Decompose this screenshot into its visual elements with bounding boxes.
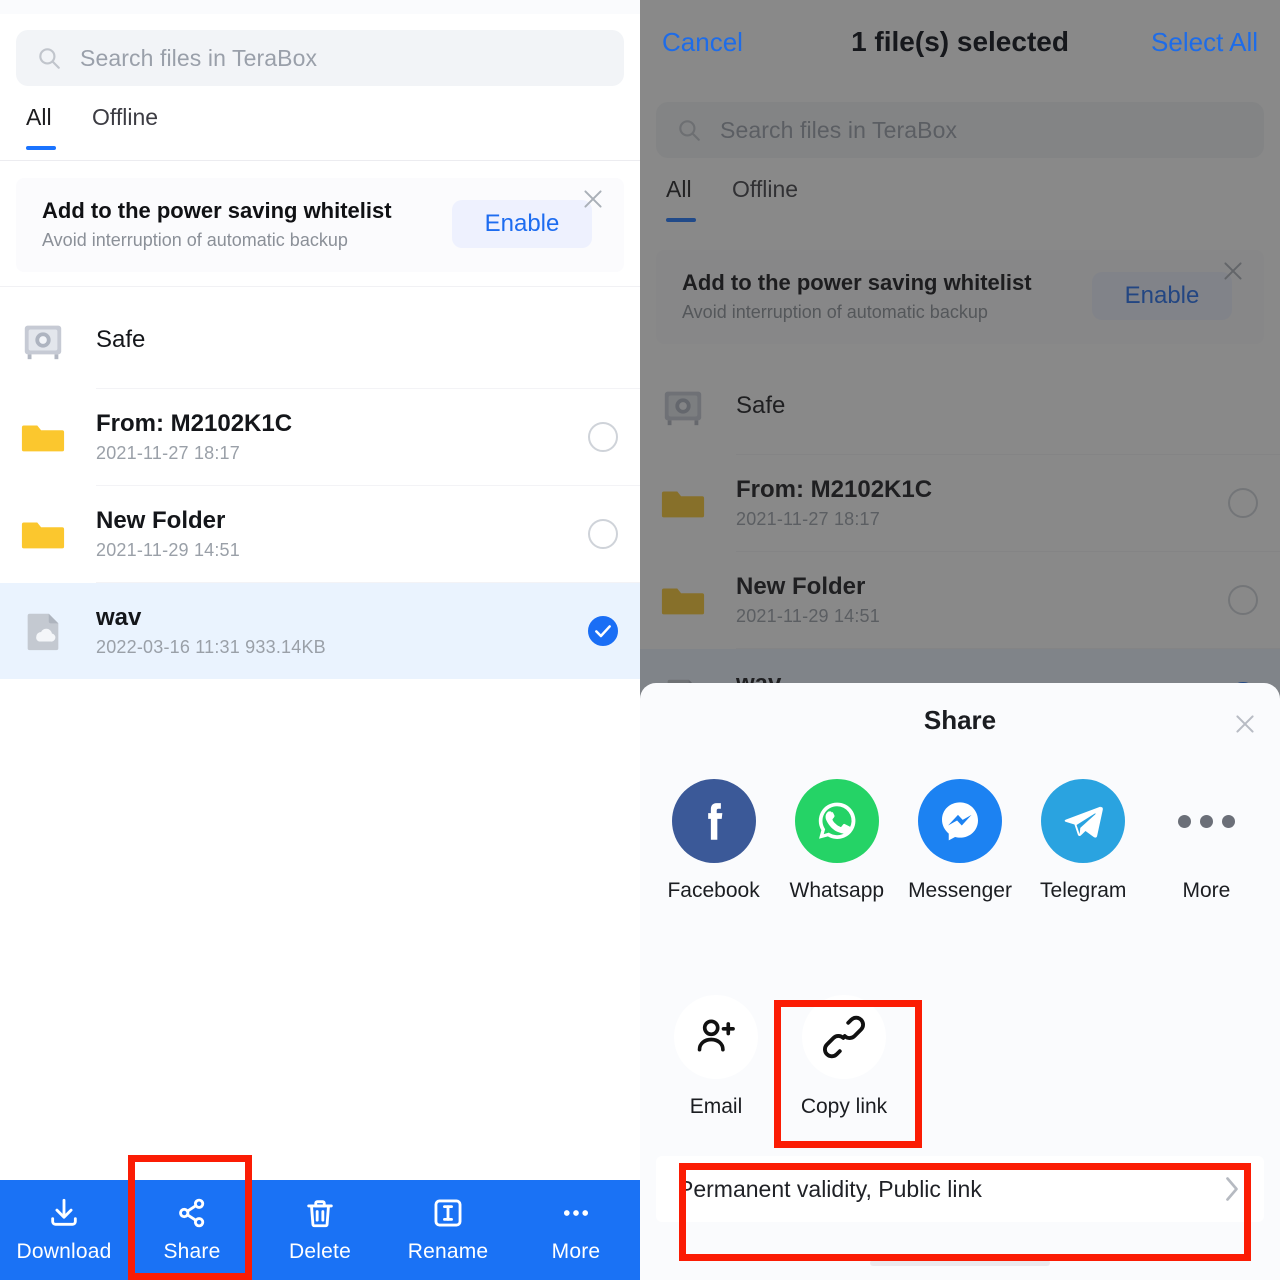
close-icon[interactable] (1232, 711, 1258, 737)
more-label: More (551, 1240, 601, 1263)
file-meta: 2021-11-29 14:51 (96, 540, 240, 561)
share-target-label: Messenger (908, 879, 1012, 902)
safe-icon (24, 325, 62, 360)
enable-button[interactable]: Enable (452, 200, 592, 248)
whatsapp-icon (818, 802, 856, 839)
tab-active-indicator (26, 146, 56, 150)
left-panel-file-manager: Search files in TeraBox All Offline Add … (0, 0, 640, 1280)
banner-subtitle: Avoid interruption of automatic backup (42, 230, 348, 250)
close-icon[interactable] (580, 186, 606, 212)
row-checkbox[interactable] (588, 422, 618, 452)
list-item[interactable]: wav 2022-03-16 11:31 933.14KB (0, 583, 640, 679)
tab-divider (0, 160, 640, 161)
search-icon (39, 48, 60, 69)
home-indicator (870, 1260, 1050, 1266)
share-label: Share (163, 1240, 221, 1263)
rename-icon (434, 1199, 462, 1227)
delete-label: Delete (289, 1240, 351, 1263)
search-placeholder: Search files in TeraBox (80, 44, 318, 71)
copy-link-label: Copy link (800, 1095, 888, 1118)
list-item[interactable]: From: M2102K1C 2021-11-27 18:17 (0, 389, 640, 485)
screenshot-root: Search files in TeraBox All Offline Add … (0, 0, 1280, 1280)
row-checkbox[interactable] (588, 519, 618, 549)
folder-icon (21, 522, 65, 549)
selection-action-bar: Download Share Delete Rename More (0, 1180, 640, 1280)
list-item[interactable]: New Folder 2021-11-29 14:51 (0, 486, 640, 582)
checkmark-icon (595, 625, 611, 638)
file-list: Safe From: M2102K1C 2021-11-27 18:17 (0, 292, 640, 679)
ellipsis-icon (1177, 814, 1235, 828)
more-button[interactable]: More (512, 1180, 640, 1280)
app-screen: Search files in TeraBox All Offline Add … (0, 0, 640, 1280)
top-band (0, 0, 640, 14)
messenger-icon (942, 802, 978, 841)
link-validity-label: Permanent validity, Public link (678, 1175, 982, 1202)
download-label: Download (16, 1240, 112, 1263)
email-option[interactable]: Email (652, 995, 780, 1119)
download-button[interactable]: Download (0, 1180, 128, 1280)
share-app-row: Facebook Whatsapp Messenger Telegram Mor… (640, 779, 1280, 903)
rename-button[interactable]: Rename (384, 1180, 512, 1280)
link-validity-row[interactable]: Permanent validity, Public link (656, 1156, 1264, 1222)
ellipsis-icon (563, 1210, 589, 1216)
tab-offline[interactable]: Offline (92, 104, 158, 135)
chevron-right-icon (1226, 1177, 1238, 1201)
share-option-row: Email Copy link (640, 995, 1280, 1119)
delete-button[interactable]: Delete (256, 1180, 384, 1280)
link-icon (823, 1015, 865, 1059)
share-target-label: Telegram (1040, 879, 1127, 902)
file-meta: 2021-11-27 18:17 (96, 443, 240, 464)
file-name: New Folder (96, 506, 226, 534)
file-name: From: M2102K1C (96, 409, 293, 437)
download-icon (51, 1198, 77, 1226)
share-target-more[interactable]: More (1145, 779, 1268, 903)
share-target-telegram[interactable]: Telegram (1022, 779, 1145, 903)
copy-link-option[interactable]: Copy link (780, 995, 908, 1119)
share-button[interactable]: Share (128, 1180, 256, 1280)
share-target-label: More (1182, 879, 1231, 902)
facebook-icon (707, 803, 722, 840)
selection-header: Cancel 1 file(s) selected Select All (640, 0, 1280, 84)
file-name: Safe (96, 326, 146, 354)
telegram-icon (1064, 806, 1104, 838)
list-item[interactable]: Safe (0, 292, 640, 388)
banner-title: Add to the power saving whitelist (42, 198, 392, 223)
power-saving-banner: Add to the power saving whitelist Avoid … (16, 178, 624, 272)
select-all-button[interactable]: Select All (1151, 27, 1258, 58)
file-meta: 2022-03-16 11:31 933.14KB (96, 637, 326, 658)
share-nodes-icon (179, 1198, 205, 1228)
rename-label: Rename (407, 1240, 489, 1263)
share-sheet-title: Share (923, 705, 997, 735)
tab-all[interactable]: All (26, 104, 52, 135)
share-target-whatsapp[interactable]: Whatsapp (775, 779, 898, 903)
share-sheet: Share Facebook Whatsapp Messenger Telegr… (640, 683, 1280, 1280)
trash-icon (307, 1200, 333, 1228)
banner-divider (0, 286, 640, 287)
share-target-messenger[interactable]: Messenger (898, 779, 1021, 903)
share-target-label: Whatsapp (789, 879, 885, 902)
file-name: wav (96, 603, 142, 631)
row-checkbox[interactable] (588, 616, 618, 646)
share-target-label: Facebook (667, 879, 760, 902)
right-panel-share-sheet: Search files in TeraBox All Offline Add … (640, 0, 1280, 1280)
cloud-file-icon (27, 613, 59, 651)
email-label: Email (689, 1095, 743, 1118)
share-target-facebook[interactable]: Facebook (652, 779, 775, 903)
tab-bar: All Offline (0, 104, 640, 158)
search-input[interactable]: Search files in TeraBox (16, 30, 624, 86)
folder-icon (21, 425, 65, 452)
person-add-icon (697, 1019, 735, 1052)
